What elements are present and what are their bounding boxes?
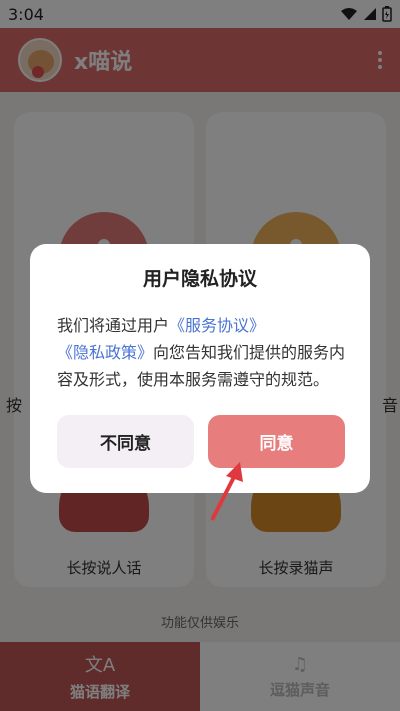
dialog-title: 用户隐私协议 [142,268,257,290]
dialog-body: 我们将通过用户《服务协议》《隐私政策》向您告知我们提供的服务内容及形式，使用本服… [57,312,347,393]
privacy-dialog: 用户隐私协议 我们将通过用户《服务协议》《隐私政策》向您告知我们提供的服务内容及… [30,244,370,493]
body-prefix: 我们将通过用户 [57,316,170,335]
agree-button[interactable]: 同意 [208,415,345,468]
privacy-policy-link[interactable]: 《隐私政策》 [57,343,153,362]
decline-button[interactable]: 不同意 [57,415,194,468]
service-agreement-link[interactable]: 《服务协议》 [169,316,265,335]
